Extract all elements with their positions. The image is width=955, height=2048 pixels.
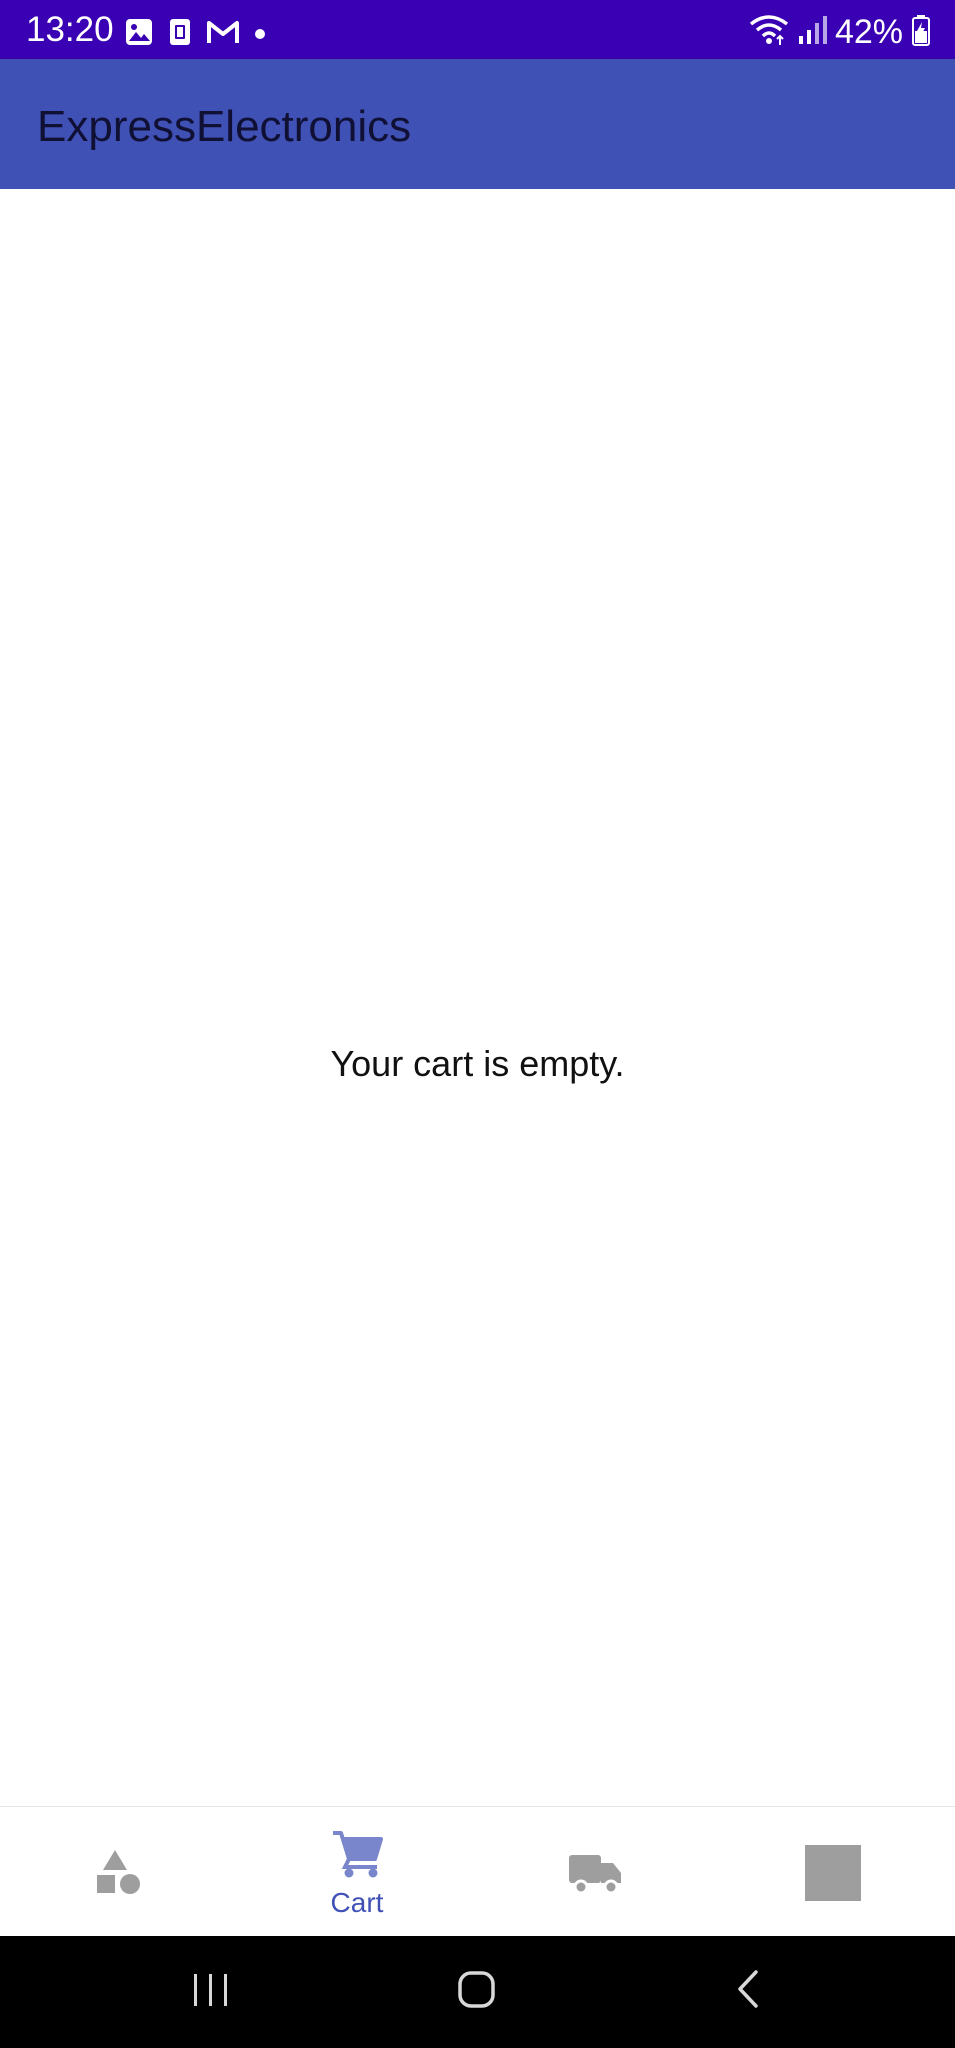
gmail-icon — [206, 18, 240, 50]
notification-icons — [124, 18, 266, 50]
square-icon — [805, 1845, 861, 1905]
status-bar: 13:20 42% — [0, 0, 955, 59]
bottom-navigation: Cart — [0, 1806, 955, 1937]
sim-icon — [168, 17, 192, 51]
system-navigation-bar — [0, 1936, 955, 2048]
empty-cart-message: Your cart is empty. — [330, 1043, 625, 1084]
wifi-icon — [749, 14, 789, 50]
recents-button[interactable] — [188, 1958, 234, 2024]
battery-icon — [911, 14, 931, 50]
truck-icon — [567, 1851, 623, 1899]
home-button[interactable] — [454, 1958, 500, 2024]
cart-content: Your cart is empty. — [0, 189, 955, 1806]
battery-percent: 42% — [834, 13, 903, 51]
dot-icon — [254, 25, 266, 44]
cart-icon — [331, 1829, 383, 1883]
nav-item-cart[interactable]: Cart — [238, 1807, 476, 1937]
nav-item-deliveries[interactable] — [476, 1807, 714, 1937]
nav-label-cart: Cart — [330, 1887, 384, 1918]
shapes-icon — [95, 1848, 143, 1900]
nav-item-more[interactable] — [714, 1807, 952, 1937]
screen: 13:20 42% ExpressElectronics Your cart i… — [0, 0, 955, 2048]
status-time: 13:20 — [26, 10, 114, 49]
app-bar: ExpressElectronics — [0, 59, 955, 189]
signal-icon — [797, 14, 827, 50]
back-button[interactable] — [726, 1958, 772, 2024]
system-status-icons: 42% — [749, 14, 931, 50]
app-title: ExpressElectronics — [37, 102, 412, 151]
gallery-icon — [124, 17, 154, 51]
nav-item-categories[interactable] — [0, 1807, 238, 1937]
